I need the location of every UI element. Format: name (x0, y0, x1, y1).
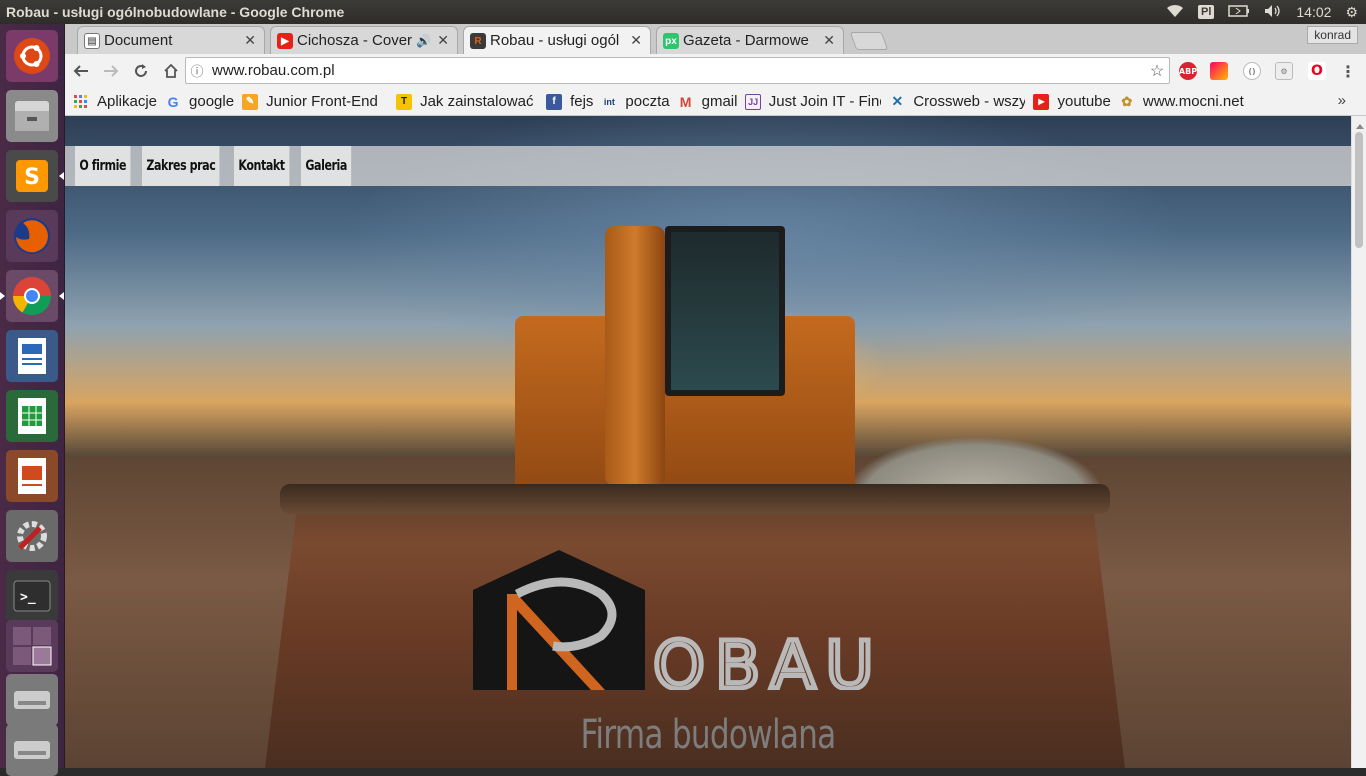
site-nav: O firmie Zakres prac Kontakt Galeria (65, 146, 1351, 186)
justjoin-icon: JJ (745, 93, 761, 110)
youtube-icon: ▶ (277, 33, 293, 49)
t-icon: T (396, 93, 413, 110)
svg-text:>_: >_ (20, 590, 36, 605)
terminal-icon[interactable]: >_ (6, 570, 58, 622)
libreoffice-impress-icon[interactable] (6, 450, 58, 502)
drive-icon[interactable] (6, 674, 58, 726)
files-icon[interactable] (6, 90, 58, 142)
reload-button[interactable] (127, 57, 155, 85)
bookmark-just-join-it[interactable]: JJ Just Join IT - Find (745, 93, 881, 110)
system-tray: Pl 14:02 ⚙ (1166, 4, 1366, 21)
bookmark-google[interactable]: G google (165, 93, 235, 110)
tab-strip: ▤ Document ✕ ▶ Cichosza - Cover 🔊 ✕ R Ro… (65, 24, 1366, 54)
info-icon[interactable]: ⓘ (186, 61, 208, 80)
firefox-icon[interactable] (6, 210, 58, 262)
address-bar[interactable]: ⓘ www.robau.com.pl ☆ (185, 57, 1170, 84)
excavator-arm-image (605, 226, 665, 486)
ubuntu-dash-icon[interactable] (6, 30, 58, 82)
url-text[interactable]: www.robau.com.pl (208, 62, 1145, 79)
back-button[interactable] (67, 57, 95, 85)
mocni-icon: ✿ (1121, 93, 1133, 109)
extension-settings-icon[interactable]: ⚙ (1275, 62, 1293, 80)
tab-cichosza[interactable]: ▶ Cichosza - Cover 🔊 ✕ (270, 26, 458, 54)
opera-icon[interactable]: O (1308, 62, 1326, 80)
top-panel: Robau - usługi ogólnobudowlane - Google … (0, 0, 1366, 24)
crossweb-icon: ✕ (891, 93, 904, 109)
bookmarks-bar: Aplikacje G google ✎ Junior Front-End T … (65, 88, 1366, 116)
scrollbar-thumb[interactable] (1355, 132, 1363, 248)
bookmark-crossweb[interactable]: ✕ Crossweb - wszy (889, 93, 1026, 110)
menu-kebab-icon[interactable]: ⋮ (1339, 62, 1357, 81)
nav-kontakt[interactable]: Kontakt (234, 146, 290, 186)
libreoffice-calc-icon[interactable] (6, 390, 58, 442)
excavator-cab-image (665, 226, 785, 396)
forward-button[interactable] (97, 57, 125, 85)
robau-icon: R (470, 33, 486, 49)
apps-grid-icon (73, 94, 89, 110)
keyboard-layout-indicator[interactable]: Pl (1197, 5, 1215, 19)
document-icon: ▤ (84, 33, 100, 49)
bookmark-poczta[interactable]: int poczta (601, 93, 670, 110)
google-icon: G (167, 93, 179, 110)
nav-zakres-prac[interactable]: Zakres prac (142, 146, 220, 186)
tab-document[interactable]: ▤ Document ✕ (77, 26, 265, 54)
colorpicker-extension-icon[interactable] (1210, 62, 1228, 80)
facebook-icon: f (546, 93, 563, 110)
bookmark-star-icon[interactable]: ☆ (1145, 61, 1169, 81)
wifi-icon[interactable] (1166, 4, 1184, 21)
gear-icon[interactable]: ⚙ (1345, 4, 1358, 21)
bookmark-fejs[interactable]: f fejs (546, 93, 593, 110)
bookmark-gmail[interactable]: M gmail (678, 93, 738, 110)
robau-logo: OBAU (473, 550, 884, 690)
profile-button[interactable]: konrad (1307, 26, 1358, 44)
drive-icon[interactable] (6, 724, 58, 776)
bucket-lip-image (280, 484, 1110, 514)
bookmarks-overflow-button[interactable]: » (1338, 92, 1346, 109)
battery-icon[interactable] (1228, 4, 1250, 20)
scroll-up-arrow-icon[interactable] (1356, 120, 1364, 129)
bookmark-aplikacje[interactable]: Aplikacje (73, 93, 157, 110)
bookmark-jak-zainstalowac[interactable]: T Jak zainstalować (396, 93, 538, 110)
launcher: S >_ (0, 24, 65, 776)
tab-robau[interactable]: R Robau - usługi ogól ✕ (463, 26, 651, 54)
nav-o-firmie[interactable]: O firmie (75, 146, 131, 186)
close-icon[interactable]: ✕ (630, 32, 642, 49)
int-icon: int (603, 96, 615, 107)
volume-icon[interactable] (1264, 4, 1282, 21)
home-button[interactable] (157, 57, 185, 85)
tab-gazeta[interactable]: px Gazeta - Darmowe ✕ (656, 26, 844, 54)
bookmark-youtube[interactable]: ▶ youtube (1033, 93, 1111, 110)
pixabay-icon: px (663, 33, 679, 49)
system-settings-icon[interactable] (6, 510, 58, 562)
gmail-icon: M (679, 93, 692, 110)
window-title: Robau - usługi ogólnobudowlane - Google … (6, 4, 345, 20)
youtube-icon: ▶ (1033, 93, 1050, 110)
sublime-text-icon[interactable]: S (6, 150, 64, 202)
bookmark-junior-front-end[interactable]: ✎ Junior Front-End (242, 93, 388, 110)
libreoffice-writer-icon[interactable] (6, 330, 58, 382)
close-icon[interactable]: ✕ (823, 32, 835, 49)
new-tab-button[interactable] (849, 32, 889, 50)
bookmark-mocni[interactable]: ✿ www.mocni.net (1119, 93, 1243, 110)
hero-background: O firmie Zakres prac Kontakt Galeria OBA… (65, 116, 1351, 768)
tagline: Firma budowlana (580, 712, 836, 758)
close-icon[interactable]: ✕ (437, 32, 449, 49)
audio-playing-icon[interactable]: 🔊 (416, 34, 431, 48)
logo-text: OBAU (653, 627, 884, 690)
clock[interactable]: 14:02 (1296, 4, 1331, 20)
svg-text:S: S (24, 165, 40, 190)
page-scrollbar[interactable] (1351, 116, 1366, 768)
browser-window: ▤ Document ✕ ▶ Cichosza - Cover 🔊 ✕ R Ro… (65, 24, 1366, 768)
chrome-icon[interactable] (0, 270, 64, 322)
page-viewport: O firmie Zakres prac Kontakt Galeria OBA… (65, 116, 1366, 768)
toolbar: ⓘ www.robau.com.pl ☆ ABP () ⚙ O ⋮ (65, 54, 1366, 88)
extension-icon[interactable]: () (1243, 62, 1261, 80)
adblock-plus-icon[interactable]: ABP (1179, 62, 1197, 80)
nav-galeria[interactable]: Galeria (300, 146, 352, 186)
pencil-icon: ✎ (242, 93, 259, 110)
close-icon[interactable]: ✕ (244, 32, 256, 49)
workspace-switcher-icon[interactable] (6, 620, 58, 672)
